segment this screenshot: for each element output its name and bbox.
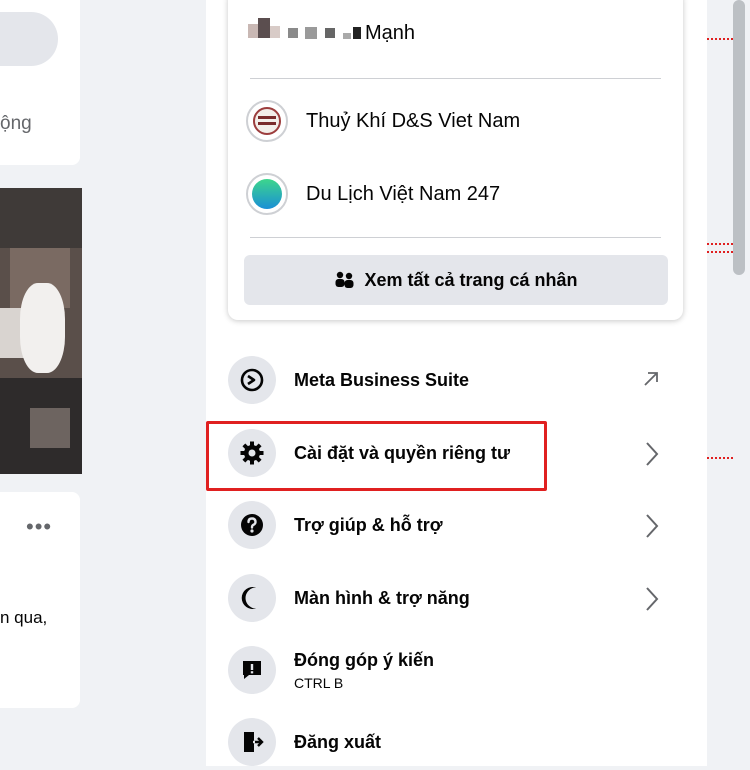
menu-item-label: Đóng góp ý kiến [294,649,435,670]
profile-name: Du Lịch Việt Nam 247 [306,182,501,205]
see-all-profiles-button[interactable]: Xem tất cả trang cá nhân [244,255,668,305]
background-feed: ộng ••• n qua, [0,0,206,766]
profile-item[interactable]: Mạnh [246,18,415,48]
menu-item-label: Màn hình & trợ năng [294,587,470,608]
feed-partial-text: ộng [0,113,32,134]
dotted-marker [707,251,733,253]
profiles-icon [334,270,356,290]
menu-item-label: Đăng xuất [294,731,382,752]
menu-item-label: Meta Business Suite [294,369,470,390]
chevron-right-icon [644,586,660,617]
menu-item-feedback[interactable]: Đóng góp ý kiến CTRL B [228,642,688,698]
scrollbar[interactable] [733,0,745,275]
search-bar[interactable] [0,12,58,66]
menu-item-label: Trợ giúp & hỗ trợ [294,514,443,535]
chevron-right-icon [644,513,660,544]
menu-item-display-accessibility[interactable]: Màn hình & trợ năng [228,570,688,626]
profile-name: Thuỷ Khí D&S Viet Nam [306,109,521,132]
feed-partial-text: n qua, [0,608,48,627]
menu-item-logout[interactable]: Đăng xuất [228,714,688,770]
pixelated-avatar-icon [246,18,301,48]
dotted-marker [707,38,733,40]
company-logo-icon [246,100,288,142]
account-menu: Mạnh Thuỷ Khí D&S Viet Nam Du Lịch Việt … [206,0,707,766]
external-arrow-icon [642,370,660,393]
chevron-right-icon [644,441,660,472]
travel-logo-icon [246,173,288,215]
feedback-text: Đóng góp ý kiến CTRL B [276,650,434,691]
divider [250,237,661,238]
meta-business-suite-icon [228,356,276,404]
highlight-box [206,421,547,491]
feedback-icon [228,646,276,694]
dotted-marker [707,243,733,245]
menu-item-shortcut: CTRL B [294,674,344,691]
moon-icon [228,574,276,622]
pixelated-name [305,27,365,39]
see-all-profiles-label: Xem tất cả trang cá nhân [364,269,578,290]
profile-item[interactable]: Du Lịch Việt Nam 247 [246,173,500,215]
logout-icon [228,718,276,766]
feed-photo [0,188,82,474]
menu-item-help-support[interactable]: Trợ giúp & hỗ trợ [228,497,688,553]
divider [250,78,661,79]
dotted-marker [707,457,733,459]
help-icon [228,501,276,549]
more-options-icon[interactable]: ••• [26,514,52,540]
menu-item-meta-business-suite[interactable]: Meta Business Suite [228,352,688,408]
profiles-card: Mạnh Thuỷ Khí D&S Viet Nam Du Lịch Việt … [228,0,683,320]
profile-item[interactable]: Thuỷ Khí D&S Viet Nam [246,100,520,142]
profile-name: Mạnh [365,21,416,44]
